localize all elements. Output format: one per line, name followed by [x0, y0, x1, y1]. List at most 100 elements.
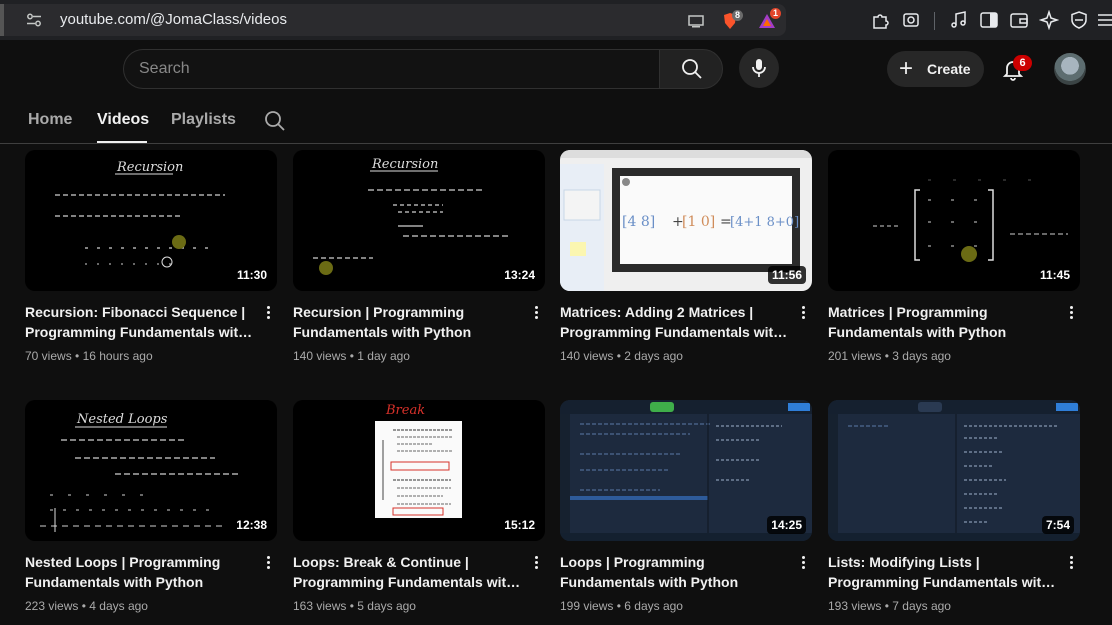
video-card[interactable]: 11:45 Matrices | Programming Fundamental… [828, 150, 1080, 375]
browser-toolbar: youtube.com/@JomaClass/videos 8 1 [0, 0, 1112, 40]
video-thumbnail[interactable]: Nested Loops 12:38 [25, 400, 277, 541]
brave-badge: 8 [732, 10, 743, 21]
duration-badge: 14:25 [767, 516, 806, 534]
alert-badge: 1 [770, 8, 781, 19]
video-meta: 140 views • 1 day ago [293, 349, 410, 363]
channel-search-icon[interactable] [263, 109, 287, 133]
view-count: 163 views [293, 599, 347, 613]
more-actions-icon[interactable] [1064, 554, 1078, 574]
sidebar-icon[interactable] [979, 10, 999, 30]
menu-icon[interactable] [1095, 10, 1112, 30]
site-info-icon[interactable] [26, 13, 42, 27]
duration-badge: 11:30 [232, 266, 271, 284]
video-meta: 223 views • 4 days ago [25, 599, 148, 613]
duration-badge: 12:38 [232, 516, 271, 534]
more-actions-icon[interactable] [529, 304, 543, 324]
view-count: 201 views [828, 349, 882, 363]
video-thumbnail[interactable]: Recursion 13:24 [293, 150, 545, 291]
wallet-icon[interactable] [1009, 10, 1029, 30]
duration-badge: 13:24 [500, 266, 539, 284]
address-bar[interactable]: youtube.com/@JomaClass/videos 8 1 [0, 4, 786, 36]
upload-age: 6 days ago [624, 599, 683, 613]
video-thumbnail[interactable]: [4 8] + [1 0] = [4+1 8+0] 11:56 [560, 150, 812, 291]
voice-search-button[interactable] [739, 48, 779, 88]
svg-text:Nested Loops: Nested Loops [76, 412, 168, 427]
video-thumbnail[interactable]: 14:25 [560, 400, 812, 541]
video-title[interactable]: Lists: Modifying Lists | Programming Fun… [828, 552, 1058, 592]
video-card[interactable]: Break 15:12 Loops: Break & Continue | Pr… [293, 400, 545, 625]
notification-badge: 6 [1013, 55, 1032, 71]
video-card[interactable]: 14:25 Loops | Programming Fundamentals w… [560, 400, 812, 625]
video-meta: 70 views • 16 hours ago [25, 349, 153, 363]
create-label: Create [927, 61, 971, 77]
video-meta: 201 views • 3 days ago [828, 349, 951, 363]
video-card[interactable]: 7:54 Lists: Modifying Lists | Programmin… [828, 400, 1080, 625]
channel-tabs: Home Videos Playlists [0, 100, 1112, 144]
search-input[interactable] [139, 50, 639, 88]
meta-separator: • [616, 599, 621, 613]
meta-separator: • [349, 349, 354, 363]
video-meta: 199 views • 6 days ago [560, 599, 683, 613]
more-actions-icon[interactable] [529, 554, 543, 574]
video-thumbnail[interactable]: Recursion 11:30 [25, 150, 277, 291]
music-icon[interactable] [949, 10, 969, 30]
upload-age: 4 days ago [89, 599, 148, 613]
more-actions-icon[interactable] [261, 304, 275, 324]
more-actions-icon[interactable] [261, 554, 275, 574]
more-actions-icon[interactable] [796, 554, 810, 574]
video-title[interactable]: Matrices: Adding 2 Matrices | Programmin… [560, 302, 790, 342]
view-count: 70 views [25, 349, 72, 363]
video-thumbnail[interactable]: 11:45 [828, 150, 1080, 291]
avatar[interactable] [1054, 53, 1086, 85]
video-meta: 140 views • 2 days ago [560, 349, 683, 363]
video-title[interactable]: Recursion: Fibonacci Sequence | Programm… [25, 302, 255, 342]
meta-separator: • [349, 599, 354, 613]
meta-separator: • [75, 349, 80, 363]
duration-badge: 7:54 [1041, 516, 1074, 534]
video-title[interactable]: Nested Loops | Programming Fundamentals … [25, 552, 255, 592]
tab-videos[interactable]: Videos [97, 111, 149, 129]
tab-home[interactable]: Home [28, 111, 72, 129]
video-title[interactable]: Matrices | Programming Fundamentals with… [828, 302, 1058, 342]
duration-badge: 11:45 [1035, 266, 1074, 284]
upload-age: 1 day ago [357, 349, 410, 363]
upload-age: 5 days ago [357, 599, 416, 613]
video-title[interactable]: Loops | Programming Fundamentals with Py… [560, 552, 790, 592]
svg-text:Break: Break [385, 403, 425, 418]
tab-playlists[interactable]: Playlists [171, 111, 236, 129]
svg-text:Recursion: Recursion [371, 157, 438, 172]
upload-age: 16 hours ago [82, 349, 153, 363]
plus-icon: + [899, 55, 914, 82]
search-button[interactable] [659, 49, 723, 89]
duration-badge: 11:56 [767, 266, 806, 284]
upload-age: 3 days ago [892, 349, 951, 363]
tabs-divider [0, 143, 1112, 144]
leo-ai-icon[interactable] [1039, 10, 1059, 30]
video-thumbnail[interactable]: 7:54 [828, 400, 1080, 541]
meta-separator: • [616, 349, 621, 363]
svg-text:[1 0]: [1 0] [682, 214, 715, 230]
create-button[interactable]: + Create [887, 51, 984, 87]
video-meta: 193 views • 7 days ago [828, 599, 951, 613]
cast-icon[interactable] [687, 12, 705, 30]
video-thumbnail[interactable]: Break 15:12 [293, 400, 545, 541]
more-actions-icon[interactable] [796, 304, 810, 324]
view-count: 223 views [25, 599, 79, 613]
extensions-icon[interactable] [871, 10, 891, 30]
vpn-icon[interactable] [1069, 10, 1089, 30]
screenshot-icon[interactable] [901, 10, 921, 30]
view-count: 140 views [293, 349, 347, 363]
video-card[interactable]: Recursion 13:24 Recursion | Programming … [293, 150, 545, 375]
view-count: 140 views [560, 349, 614, 363]
url-text[interactable]: youtube.com/@JomaClass/videos [60, 11, 287, 28]
meta-separator: • [884, 599, 889, 613]
microphone-icon [752, 59, 766, 77]
video-title[interactable]: Loops: Break & Continue | Programming Fu… [293, 552, 523, 592]
video-card[interactable]: Recursion 11:30 Recursion: Fibonacci Seq… [25, 150, 277, 375]
video-title[interactable]: Recursion | Programming Fundamentals wit… [293, 302, 523, 342]
meta-separator: • [884, 349, 889, 363]
more-actions-icon[interactable] [1064, 304, 1078, 324]
video-card[interactable]: [4 8] + [1 0] = [4+1 8+0] 11:56 Matrices… [560, 150, 812, 375]
search-bar [123, 49, 660, 89]
video-card[interactable]: Nested Loops 12:38 Nested Loops | Progra… [25, 400, 277, 625]
